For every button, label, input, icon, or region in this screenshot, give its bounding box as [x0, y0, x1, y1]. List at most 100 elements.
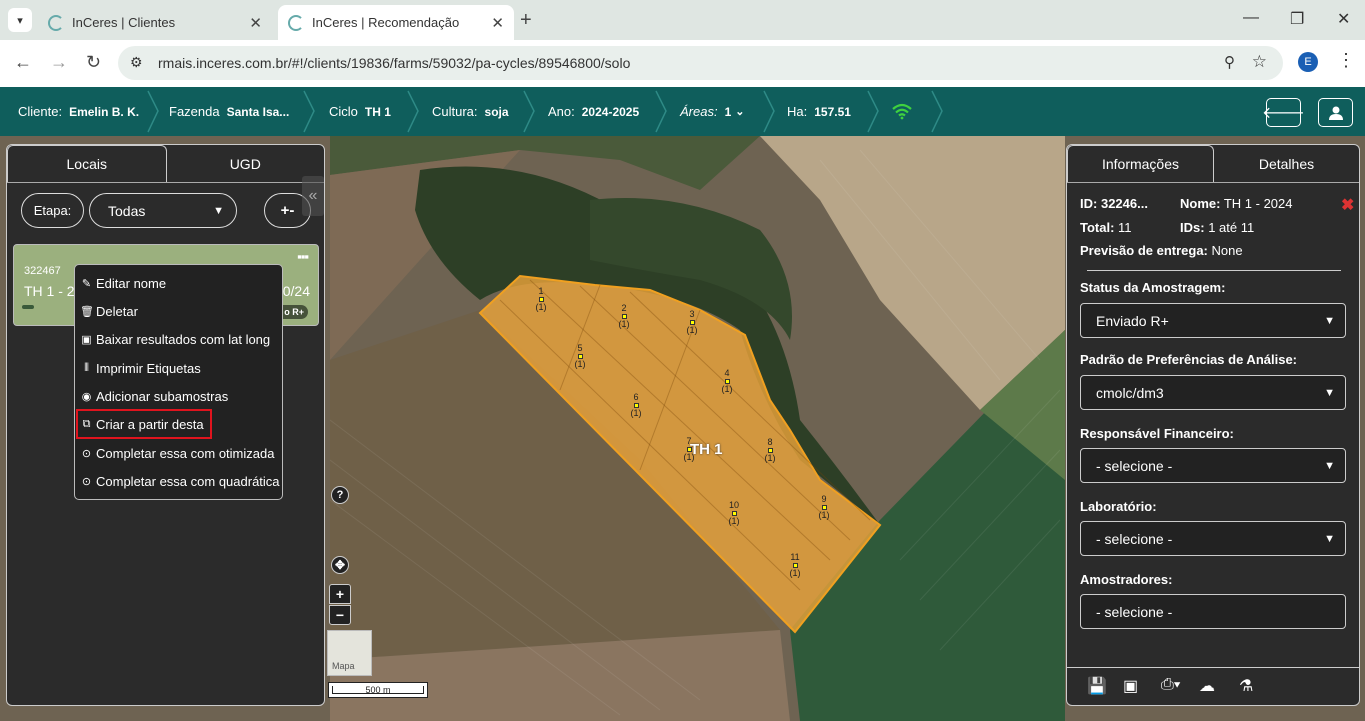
card-menu-icon[interactable]: ▪▪▪	[297, 249, 309, 264]
menu-item-label: Criar a partir desta	[96, 416, 204, 432]
amostradores-select[interactable]: - selecione -	[1080, 594, 1346, 629]
field-label: TH 1	[690, 441, 723, 458]
url-text: rmais.inceres.com.br/#!/clients/19836/fa…	[158, 55, 631, 71]
sample-point-5[interactable]: 5 (1)	[568, 344, 592, 369]
fazenda-label: Fazenda	[169, 104, 220, 119]
menu-item-completar-quadratica[interactable]: ⊙ Completar essa com quadrática	[80, 470, 280, 492]
close-tab-icon[interactable]: ✕	[491, 14, 504, 32]
save-icon[interactable]: 💾	[1087, 676, 1107, 696]
ano-value: 2024-2025	[581, 104, 640, 119]
tab-search-button[interactable]: ▾	[8, 8, 32, 32]
menu-item-adicionar-subamostras[interactable]: ◉ Adicionar subamostras	[80, 385, 229, 407]
menu-item-editar-nome[interactable]: ✎ Editar nome	[80, 272, 166, 294]
dot-circle-icon: ⊙	[81, 447, 92, 460]
menu-item-deletar[interactable]: 🗑 Deletar	[80, 300, 138, 322]
sample-point-8[interactable]: 8 (1)	[758, 438, 782, 463]
previsao-label: Previsão de entrega:	[1080, 243, 1208, 258]
zoom-icon[interactable]: ⚲	[1224, 53, 1235, 71]
cultura-value: soja	[484, 104, 509, 119]
id-row: ID: 32246...	[1080, 196, 1148, 211]
sample-point-2[interactable]: 2 (1)	[612, 304, 636, 329]
nome-row: Nome: TH 1 - 2024	[1180, 196, 1293, 211]
browser-menu-icon[interactable]: ⋮	[1337, 50, 1355, 71]
chevron-down-icon: ▼	[1324, 459, 1335, 472]
close-icon[interactable]: ✖	[1341, 195, 1354, 215]
tab-informacoes[interactable]: Informações	[1067, 145, 1214, 182]
profile-avatar[interactable]: E	[1298, 52, 1318, 72]
fazenda-value: Santa Isa...	[226, 104, 290, 119]
breadcrumb-ano[interactable]: Ano: 2024-2025	[548, 87, 639, 136]
back-button[interactable]: ←	[14, 52, 32, 73]
sample-point-10[interactable]: 10 (1)	[722, 501, 746, 526]
laboratorio-value: - selecione -	[1096, 530, 1173, 547]
export-file-dropdown-icon[interactable]: ⎙▾	[1161, 676, 1181, 694]
chevron-down-icon: ▼	[1324, 314, 1335, 327]
pan-move-icon[interactable]: ✥	[331, 556, 349, 574]
excel-file-icon: ▣	[81, 333, 92, 346]
breadcrumb-separator-icon	[655, 90, 667, 133]
circle-dot-icon: ◉	[81, 390, 92, 403]
card-context-menu: ✎ Editar nome 🗑 Deletar ▣ Baixar resultados…	[74, 264, 283, 500]
trash-icon: 🗑	[80, 305, 94, 318]
tab-ugd[interactable]: UGD	[167, 145, 325, 182]
forward-button[interactable]: →	[50, 52, 68, 73]
new-tab-button[interactable]: +	[520, 9, 532, 32]
inceres-favicon-icon	[288, 14, 304, 31]
tab-locais[interactable]: Locais	[7, 145, 167, 182]
sample-point-1[interactable]: 1 (1)	[529, 287, 553, 312]
minimize-window-button[interactable]: —	[1243, 9, 1259, 27]
zoom-in-button[interactable]: +	[329, 584, 351, 604]
user-profile-button[interactable]	[1318, 98, 1353, 127]
collapse-panel-button[interactable]: «	[302, 176, 324, 216]
sample-point-number: 8	[767, 437, 773, 447]
tab-detalhes[interactable]: Detalhes	[1214, 145, 1359, 182]
restore-window-button[interactable]: ❐	[1290, 9, 1304, 29]
excel-file-icon[interactable]: ▣	[1123, 676, 1138, 696]
back-arrow-button[interactable]: 🡐	[1262, 98, 1305, 127]
breadcrumb-cultura[interactable]: Cultura: soja	[432, 87, 509, 136]
card-id: 322467	[24, 265, 61, 277]
browser-tab-recomendacao[interactable]: InCeres | Recomendação ✕	[278, 5, 514, 40]
menu-item-completar-otimizada[interactable]: ⊙ Completar essa com otimizada	[80, 442, 275, 464]
menu-item-label: Imprimir Etiquetas	[96, 360, 201, 376]
sample-point-count: (1)	[630, 408, 642, 418]
menu-item-baixar-resultados[interactable]: ▣ Baixar resultados com lat long	[80, 328, 270, 350]
sample-point-3[interactable]: 3 (1)	[680, 310, 704, 335]
menu-item-label: Completar essa com otimizada	[96, 445, 275, 461]
sample-point-11[interactable]: 11 (1)	[783, 553, 807, 578]
browser-tab-clientes[interactable]: InCeres | Clientes ✕	[38, 5, 272, 40]
breadcrumb-fazenda[interactable]: Fazenda Santa Isa...	[169, 87, 289, 136]
sample-point-count: (1)	[535, 302, 547, 312]
areas-dropdown[interactable]: Áreas: 1 ⌄	[680, 87, 744, 136]
breadcrumb-cliente[interactable]: Cliente: Emelin B. K.	[18, 87, 139, 136]
sample-point-6[interactable]: 6 (1)	[624, 393, 648, 418]
breadcrumb-ciclo[interactable]: Ciclo TH 1	[329, 87, 391, 136]
sample-point-4[interactable]: 4 (1)	[715, 369, 739, 394]
breadcrumb-separator-icon	[763, 90, 775, 133]
bookmark-star-icon[interactable]: ☆	[1252, 52, 1267, 72]
site-info-icon[interactable]: ⚙	[130, 54, 143, 71]
breadcrumb-separator-icon	[407, 90, 419, 133]
cloud-upload-icon[interactable]: ☁	[1199, 676, 1215, 696]
responsavel-financeiro-select[interactable]: - selecione - ▼	[1080, 448, 1346, 483]
status-amostragem-select[interactable]: Enviado R+ ▼	[1080, 303, 1346, 338]
close-tab-icon[interactable]: ✕	[249, 14, 262, 32]
zoom-out-button[interactable]: −	[329, 605, 351, 625]
flask-icon[interactable]: ⚗	[1239, 676, 1253, 696]
cliente-value: Emelin B. K.	[69, 104, 140, 119]
map-layer-toggle[interactable]: Mapa	[327, 630, 372, 676]
close-window-button[interactable]: ✕	[1337, 9, 1350, 29]
menu-item-imprimir-etiquetas[interactable]: ⦀ Imprimir Etiquetas	[80, 357, 201, 379]
sample-point-9[interactable]: 9 (1)	[812, 495, 836, 520]
help-button[interactable]: ?	[331, 486, 349, 504]
inceres-favicon-icon	[48, 14, 64, 31]
nome-value: TH 1 - 2024	[1223, 196, 1293, 211]
chevron-down-icon: ⌄	[735, 106, 745, 118]
laboratorio-select[interactable]: - selecione - ▼	[1080, 521, 1346, 556]
address-bar[interactable]: ⚙ rmais.inceres.com.br/#!/clients/19836/…	[118, 46, 1283, 80]
reload-button[interactable]: ↻	[86, 52, 101, 73]
menu-item-criar-a-partir-desta[interactable]: ⧉ Criar a partir desta	[76, 409, 212, 439]
padrao-preferencias-select[interactable]: cmolc/dm3 ▼	[1080, 375, 1346, 410]
etapa-select[interactable]: Todas ▼	[89, 193, 237, 228]
cultura-label: Cultura:	[432, 104, 478, 119]
